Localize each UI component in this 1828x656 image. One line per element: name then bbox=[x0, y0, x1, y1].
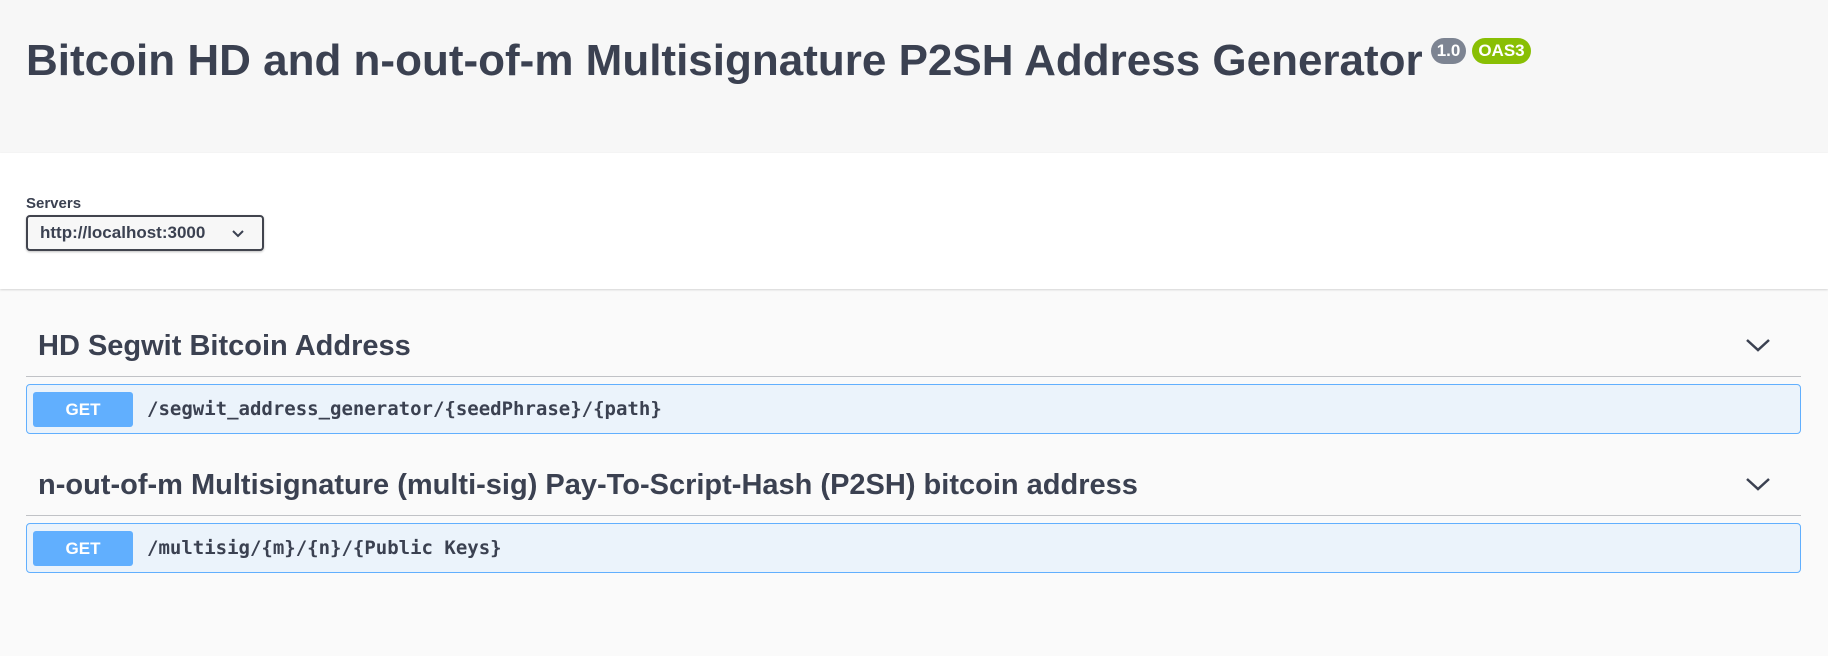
servers-label: Servers bbox=[26, 195, 82, 212]
servers-container: Servers http://localhost:3000 bbox=[0, 153, 1828, 289]
operation-path: /multisig/{m}/{n}/{Public Keys} bbox=[147, 537, 502, 559]
version-badge: 1.0 bbox=[1430, 38, 1467, 64]
server-select[interactable]: http://localhost:3000 bbox=[26, 215, 264, 251]
tag-title: HD Segwit Bitcoin Address bbox=[38, 330, 411, 362]
method-badge: GET bbox=[33, 531, 133, 566]
tag-header[interactable]: HD Segwit Bitcoin Address bbox=[26, 318, 1801, 377]
chevron-down-icon[interactable] bbox=[1745, 336, 1771, 354]
info-header: Bitcoin HD and n-out-of-m Multisignature… bbox=[0, 0, 1828, 153]
server-select-value: http://localhost:3000 bbox=[40, 223, 206, 242]
oas-badge: OAS3 bbox=[1472, 38, 1531, 64]
method-badge: GET bbox=[33, 392, 133, 427]
operation-get-segwit[interactable]: GET /segwit_address_generator/{seedPhras… bbox=[26, 384, 1801, 434]
operation-get-multisig[interactable]: GET /multisig/{m}/{n}/{Public Keys} bbox=[26, 523, 1801, 573]
page-title: Bitcoin HD and n-out-of-m Multisignature… bbox=[26, 36, 1531, 86]
chevron-down-icon bbox=[232, 230, 244, 238]
operation-path: /segwit_address_generator/{seedPhrase}/{… bbox=[147, 398, 662, 420]
tag-section-hd-segwit: HD Segwit Bitcoin Address GET /segwit_ad… bbox=[26, 318, 1801, 434]
api-title: Bitcoin HD and n-out-of-m Multisignature… bbox=[26, 36, 1423, 85]
tag-section-multisig: n-out-of-m Multisignature (multi-sig) Pa… bbox=[26, 457, 1801, 573]
tag-title: n-out-of-m Multisignature (multi-sig) Pa… bbox=[38, 469, 1138, 501]
chevron-down-icon[interactable] bbox=[1745, 475, 1771, 493]
tag-header[interactable]: n-out-of-m Multisignature (multi-sig) Pa… bbox=[26, 457, 1801, 516]
